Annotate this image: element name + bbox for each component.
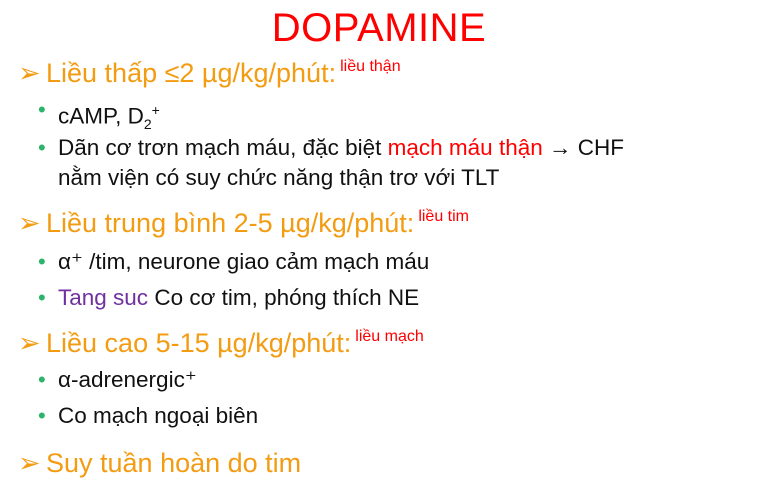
heading-low-dose: ➢ Liều thấp ≤2 µg/kg/phút: liều thận (18, 56, 401, 90)
heading-text: Liều cao 5-15 µg/kg/phút: (46, 328, 352, 358)
bullet-dot-icon: • (38, 249, 46, 274)
bullet-item: • Co mạch ngoại biên (38, 403, 259, 428)
bullet-dot-icon: • (38, 135, 46, 160)
bullet-item: • Tang suc Co cơ tim, phóng thích NE (38, 285, 420, 310)
heading-text: Liều thấp ≤2 µg/kg/phút: (46, 58, 337, 88)
heading-text: Liều trung bình 2-5 µg/kg/phút: (46, 208, 415, 238)
bullet-continuation: nằm viện có suy chức năng thận trơ với T… (58, 165, 500, 190)
highlight-red: mạch máu thận (387, 135, 543, 160)
heading-medium-dose: ➢ Liều trung bình 2-5 µg/kg/phút: liều tim (18, 206, 469, 240)
bullet-item: • α⁺ /tim, neurone giao cảm mạch máu (38, 249, 430, 274)
annotation-note: liều thận (340, 58, 401, 75)
bullet-item: • Dãn cơ trơn mạch máu, đặc biệt mạch má… (38, 135, 624, 160)
slide-title: DOPAMINE (271, 6, 487, 50)
bullet-dot-icon: • (38, 367, 46, 392)
annotation-note: liều tim (418, 208, 469, 225)
heading-cardiogenic-shock: ➢ Suy tuần hoàn do tim (18, 446, 301, 480)
arrow-marker-icon: ➢ (18, 328, 41, 358)
arrow-marker-icon: ➢ (18, 448, 41, 478)
bullet-item: • α-adrenergic⁺ (38, 367, 197, 392)
bullet-dot-icon: • (38, 285, 46, 310)
highlight-purple: Tang suc (58, 285, 149, 310)
bullet-item: • cAMP, D2+ (38, 97, 160, 132)
annotation-note: liều mạch (355, 328, 424, 345)
arrow-marker-icon: ➢ (18, 58, 41, 88)
heading-high-dose: ➢ Liều cao 5-15 µg/kg/phút: liều mạch (18, 326, 424, 360)
arrow-marker-icon: ➢ (18, 208, 41, 238)
bullet-dot-icon: • (38, 97, 46, 122)
heading-text: Suy tuần hoàn do tim (46, 448, 302, 478)
bullet-dot-icon: • (38, 403, 46, 428)
